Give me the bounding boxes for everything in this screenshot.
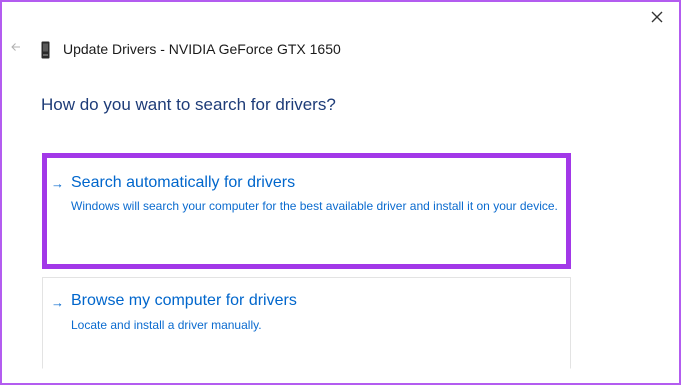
option-title: Search automatically for drivers bbox=[71, 174, 296, 191]
display-adapter-icon bbox=[41, 41, 50, 59]
search-automatically-option[interactable]: → Search automatically for drivers Windo… bbox=[42, 153, 571, 269]
arrow-right-icon: → bbox=[51, 176, 64, 191]
back-button[interactable] bbox=[9, 40, 23, 54]
close-icon bbox=[651, 11, 663, 23]
update-drivers-window: Update Drivers - NVIDIA GeForce GTX 1650… bbox=[0, 0, 681, 385]
page-heading: How do you want to search for drivers? bbox=[41, 95, 336, 114]
option-description: Windows will search your computer for th… bbox=[71, 199, 558, 213]
option-title: Browse my computer for drivers bbox=[71, 292, 297, 309]
window-title: Update Drivers - NVIDIA GeForce GTX 1650 bbox=[63, 41, 341, 57]
close-button[interactable] bbox=[647, 7, 667, 27]
back-arrow-icon bbox=[11, 43, 20, 51]
option-description: Locate and install a driver manually. bbox=[71, 318, 262, 332]
browse-computer-option[interactable]: → Browse my computer for drivers Locate … bbox=[42, 277, 571, 369]
arrow-right-icon: → bbox=[51, 295, 64, 310]
